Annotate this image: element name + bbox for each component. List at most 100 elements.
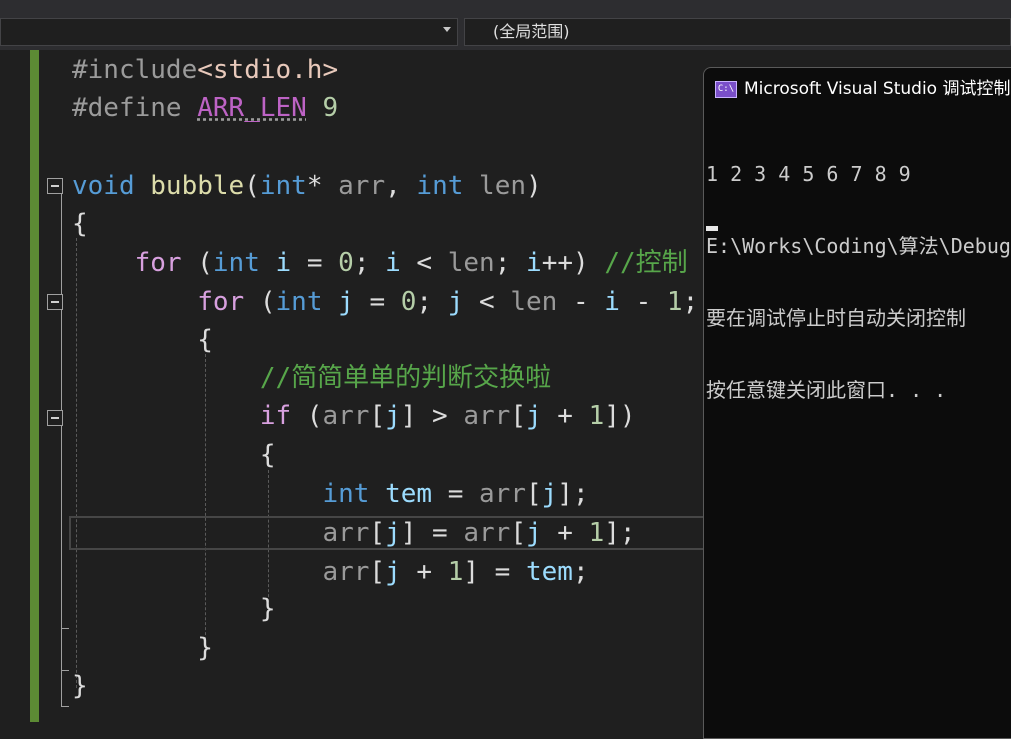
member-dropdown[interactable] xyxy=(0,18,458,46)
navigation-bar: (全局范围) xyxy=(0,0,1011,50)
code-token: ( xyxy=(291,401,323,431)
code-token: for xyxy=(134,248,182,278)
code-line[interactable]: { xyxy=(72,439,276,471)
code-token: } xyxy=(72,594,276,624)
code-token: < xyxy=(400,248,448,278)
code-token: [ xyxy=(510,518,526,548)
code-token: ( xyxy=(244,287,276,317)
code-token: <stdio.h> xyxy=(197,55,339,85)
code-line[interactable]: } xyxy=(72,670,88,702)
code-token: ] > xyxy=(400,401,464,431)
code-token: } xyxy=(72,671,88,701)
code-token: ]; xyxy=(557,479,589,509)
code-token: = xyxy=(432,479,480,509)
code-token: arr xyxy=(463,401,511,431)
code-line[interactable]: int tem = arr[j]; xyxy=(72,478,589,510)
code-token: j xyxy=(447,287,464,317)
code-token: [ xyxy=(525,479,542,509)
code-token: j xyxy=(525,518,542,548)
console-output: 1 2 3 4 5 6 7 8 9 E:\Works\Coding\算法\Deb… xyxy=(706,114,1011,450)
code-token: int xyxy=(322,479,370,509)
console-app-icon: C:\ xyxy=(715,81,737,98)
code-token: { xyxy=(72,325,213,355)
code-token: j xyxy=(526,401,542,431)
code-token: 0 xyxy=(338,248,354,278)
code-token: ; xyxy=(494,248,527,278)
collapse-icon[interactable] xyxy=(47,410,63,426)
scope-dropdown[interactable]: (全局范围) xyxy=(464,18,1011,46)
code-token: bubble xyxy=(150,171,245,201)
code-token: arr xyxy=(463,518,511,548)
code-token: //简简单单的判断交换啦 xyxy=(259,363,552,393)
code-token: [ xyxy=(369,557,386,587)
code-token: + xyxy=(541,518,589,548)
code-token: 1 xyxy=(666,287,683,317)
code-token: [ xyxy=(510,401,526,431)
code-token: ) xyxy=(526,171,542,201)
code-line[interactable]: if (arr[j] > arr[j + 1]) xyxy=(72,400,636,432)
code-token: ( xyxy=(181,248,213,278)
console-output-line: 按任意键关闭此窗口. . . xyxy=(706,378,947,402)
code-token: void xyxy=(72,171,135,201)
code-token: { xyxy=(72,209,88,239)
outline-end-tick xyxy=(61,628,69,629)
code-token: - xyxy=(619,287,667,317)
collapse-icon[interactable] xyxy=(47,178,63,194)
code-token: #define xyxy=(72,93,198,123)
outline-end-tick xyxy=(61,706,69,707)
console-title: Microsoft Visual Studio 调试控制台 xyxy=(744,79,1011,99)
code-line[interactable]: #define ARR_LEN 9 xyxy=(72,92,338,124)
code-line[interactable]: arr[j + 1] = tem; xyxy=(72,556,589,588)
code-token: tem xyxy=(525,557,573,587)
code-line[interactable]: for (int i = 0; i < len; i++) //控制 xyxy=(72,247,688,279)
code-token: 1 xyxy=(588,401,605,431)
code-token: tem xyxy=(385,479,433,509)
console-cursor xyxy=(706,226,718,231)
console-title-bar[interactable]: C:\ Microsoft Visual Studio 调试控制台 xyxy=(704,68,1011,110)
code-token: ; xyxy=(416,287,448,317)
code-token: i xyxy=(275,248,292,278)
code-line[interactable]: } xyxy=(72,632,213,664)
code-line[interactable]: arr[j] = arr[j + 1]; xyxy=(72,517,635,549)
code-token: #include xyxy=(72,55,198,85)
code-token: ++) xyxy=(541,248,605,278)
code-line[interactable]: #include<stdio.h> xyxy=(72,54,338,86)
code-line[interactable]: //简简单单的判断交换啦 xyxy=(72,362,551,394)
chevron-down-icon[interactable] xyxy=(443,27,451,32)
code-token: int xyxy=(275,287,323,317)
code-token: len xyxy=(479,171,527,201)
code-token: 1 xyxy=(447,557,464,587)
code-token: 0 xyxy=(400,287,417,317)
code-line[interactable]: for (int j = 0; j < len - i - 1; xyxy=(72,286,698,318)
code-token: 1 xyxy=(588,518,605,548)
code-token: j xyxy=(385,557,401,587)
collapse-icon[interactable] xyxy=(47,294,63,310)
outline-end-tick xyxy=(61,670,69,671)
code-token: , xyxy=(385,171,417,201)
code-line[interactable]: { xyxy=(72,208,88,240)
code-token: i xyxy=(526,248,542,278)
debug-console-window[interactable]: C:\ Microsoft Visual Studio 调试控制台 1 2 3 … xyxy=(703,67,1011,739)
console-output-line: 要在调试停止时自动关闭控制 xyxy=(706,306,966,330)
code-line[interactable]: void bubble(int* arr, int len) xyxy=(72,170,542,202)
code-token: = xyxy=(353,287,401,317)
code-token: int xyxy=(212,248,260,278)
code-line[interactable]: { xyxy=(72,324,213,356)
code-line[interactable]: } xyxy=(72,593,276,625)
code-token: if xyxy=(259,401,292,431)
code-token: ; xyxy=(572,557,589,587)
code-token: len xyxy=(447,248,495,278)
code-token: int xyxy=(259,171,307,201)
code-token: - xyxy=(557,287,605,317)
code-token: ] = xyxy=(463,557,526,587)
code-token: + xyxy=(541,401,589,431)
code-token: ; xyxy=(682,287,699,317)
